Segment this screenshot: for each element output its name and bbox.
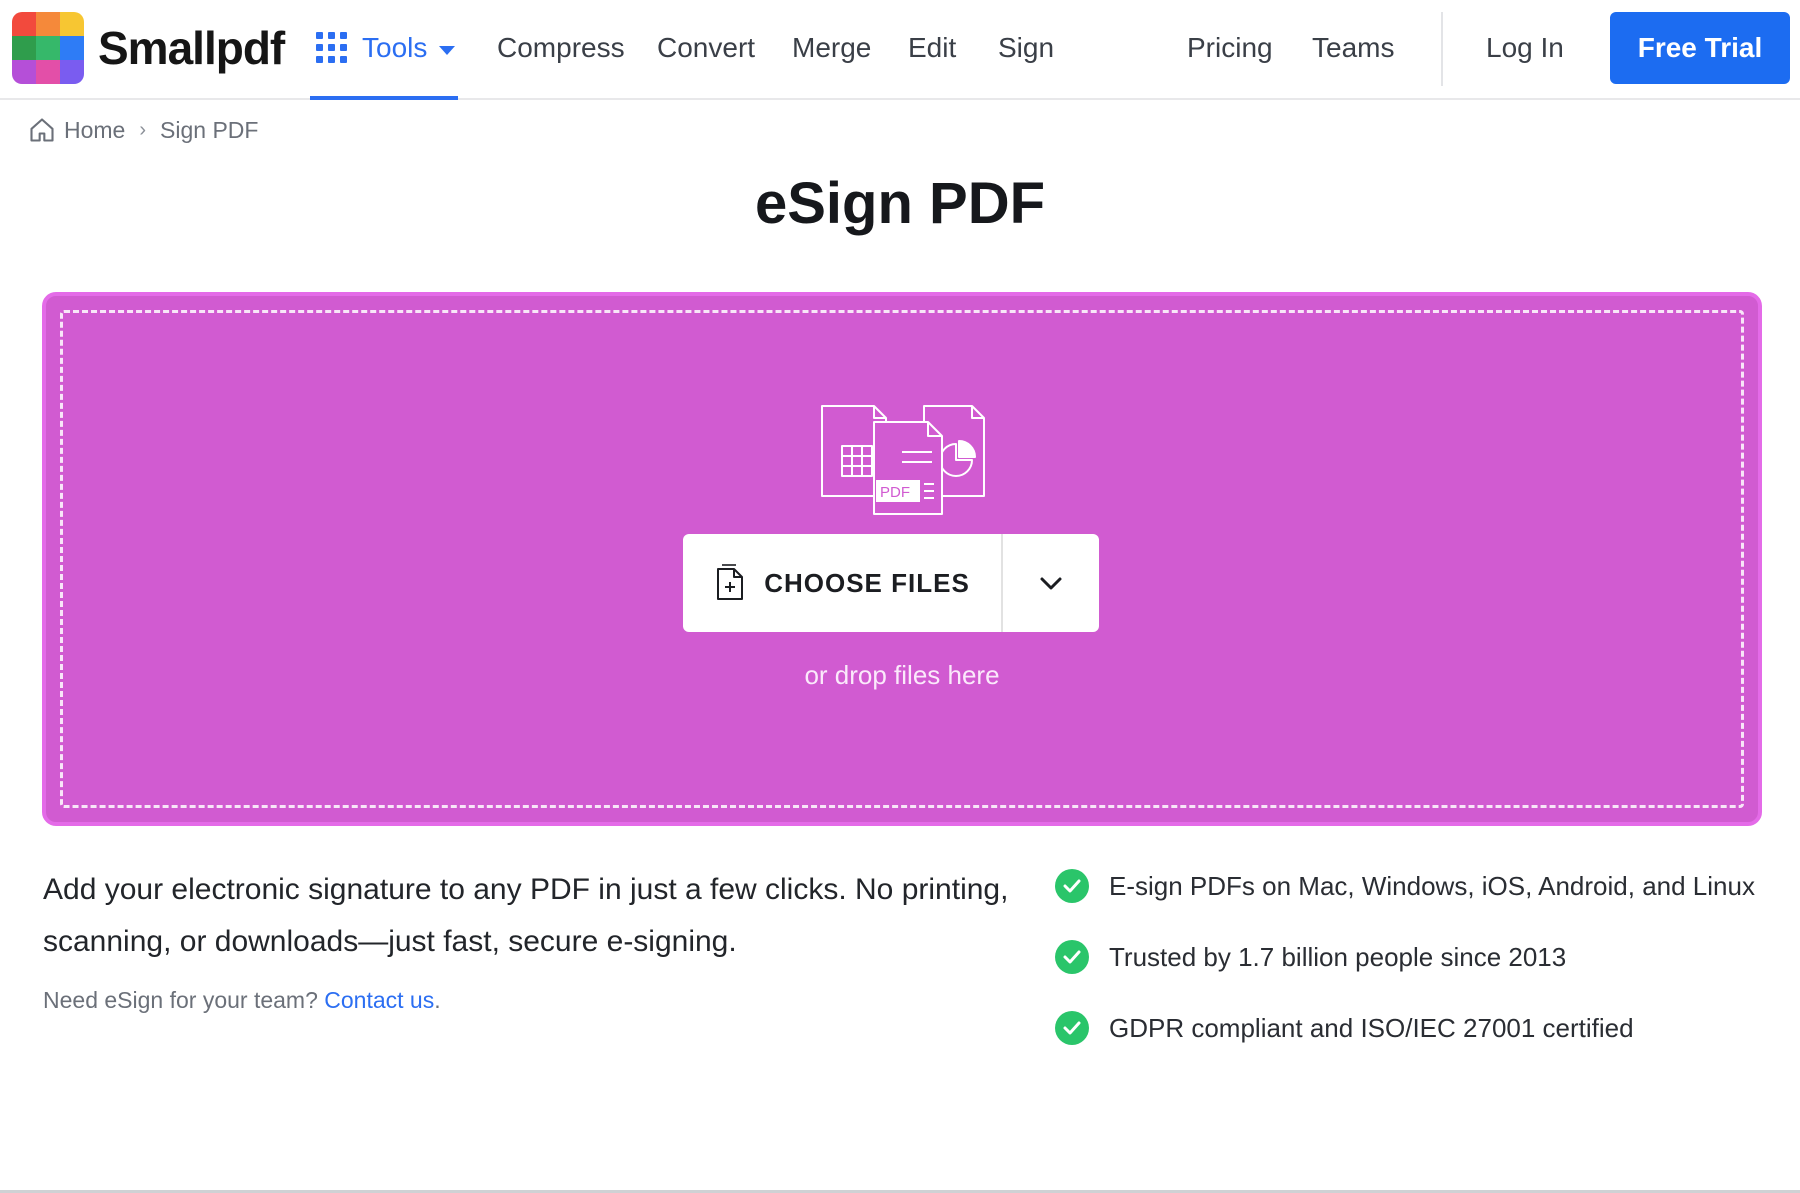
header-divider	[1441, 12, 1443, 86]
file-add-icon	[717, 564, 744, 600]
free-trial-button[interactable]: Free Trial	[1610, 12, 1790, 84]
smallpdf-logo-icon[interactable]	[12, 12, 84, 84]
drop-files-hint: or drop files here	[804, 660, 1000, 690]
tools-label: Tools	[362, 32, 428, 63]
nav-sign[interactable]: Sign	[998, 30, 1054, 66]
choose-files-dropdown-button[interactable]	[1003, 534, 1099, 632]
breadcrumb-home[interactable]: Home	[64, 117, 125, 144]
documents-illustration-icon: PDF	[821, 405, 985, 515]
home-icon	[30, 118, 54, 142]
nav-teams[interactable]: Teams	[1312, 30, 1394, 66]
choose-files-label: CHOOSE FILES	[764, 567, 970, 598]
contact-us-link[interactable]: Contact us	[324, 987, 434, 1013]
page-title: eSign PDF	[754, 171, 1046, 236]
feature-item: E-sign PDFs on Mac, Windows, iOS, Androi…	[1055, 868, 1755, 904]
feature-item: Trusted by 1.7 billion people since 2013	[1055, 939, 1755, 975]
breadcrumb: Home › Sign PDF	[28, 116, 258, 144]
check-circle-icon	[1055, 869, 1089, 903]
login-link[interactable]: Log In	[1486, 30, 1564, 66]
top-navigation: Smallpdf Tools Compress Convert Merge Ed…	[0, 0, 1800, 100]
feature-list: E-sign PDFs on Mac, Windows, iOS, Androi…	[1055, 868, 1755, 1081]
feature-text: GDPR compliant and ISO/IEC 27001 certifi…	[1109, 1012, 1634, 1043]
team-note-suffix: .	[434, 987, 441, 1013]
breadcrumb-separator: ›	[139, 118, 147, 141]
team-note-text: Need eSign for your team?	[43, 987, 318, 1013]
caret-down-icon	[439, 45, 456, 55]
feature-item: GDPR compliant and ISO/IEC 27001 certifi…	[1055, 1010, 1755, 1046]
apps-grid-icon	[316, 32, 348, 64]
team-note: Need eSign for your team? Contact us.	[43, 984, 441, 1016]
nav-edit[interactable]: Edit	[908, 30, 956, 66]
nav-merge[interactable]: Merge	[792, 30, 871, 66]
pdf-badge-label: PDF	[880, 484, 910, 501]
choose-files-button[interactable]: CHOOSE FILES	[683, 534, 1003, 632]
nav-convert[interactable]: Convert	[657, 30, 755, 66]
feature-text: Trusted by 1.7 billion people since 2013	[1109, 941, 1567, 972]
file-dropzone[interactable]: PDF CHOOSE FILES or drop files here	[42, 292, 1762, 826]
feature-text: E-sign PDFs on Mac, Windows, iOS, Androi…	[1109, 870, 1755, 901]
breadcrumb-current: Sign PDF	[160, 116, 259, 143]
chevron-down-icon	[1040, 577, 1062, 590]
check-circle-icon	[1055, 1011, 1089, 1045]
choose-files-group: CHOOSE FILES	[683, 534, 1099, 632]
tools-menu-button[interactable]: Tools	[310, 0, 458, 100]
brand-name[interactable]: Smallpdf	[98, 18, 285, 78]
nav-compress[interactable]: Compress	[497, 30, 625, 66]
nav-pricing[interactable]: Pricing	[1187, 30, 1273, 66]
check-circle-icon	[1055, 940, 1089, 974]
tool-description: Add your electronic signature to any PDF…	[43, 873, 1009, 958]
